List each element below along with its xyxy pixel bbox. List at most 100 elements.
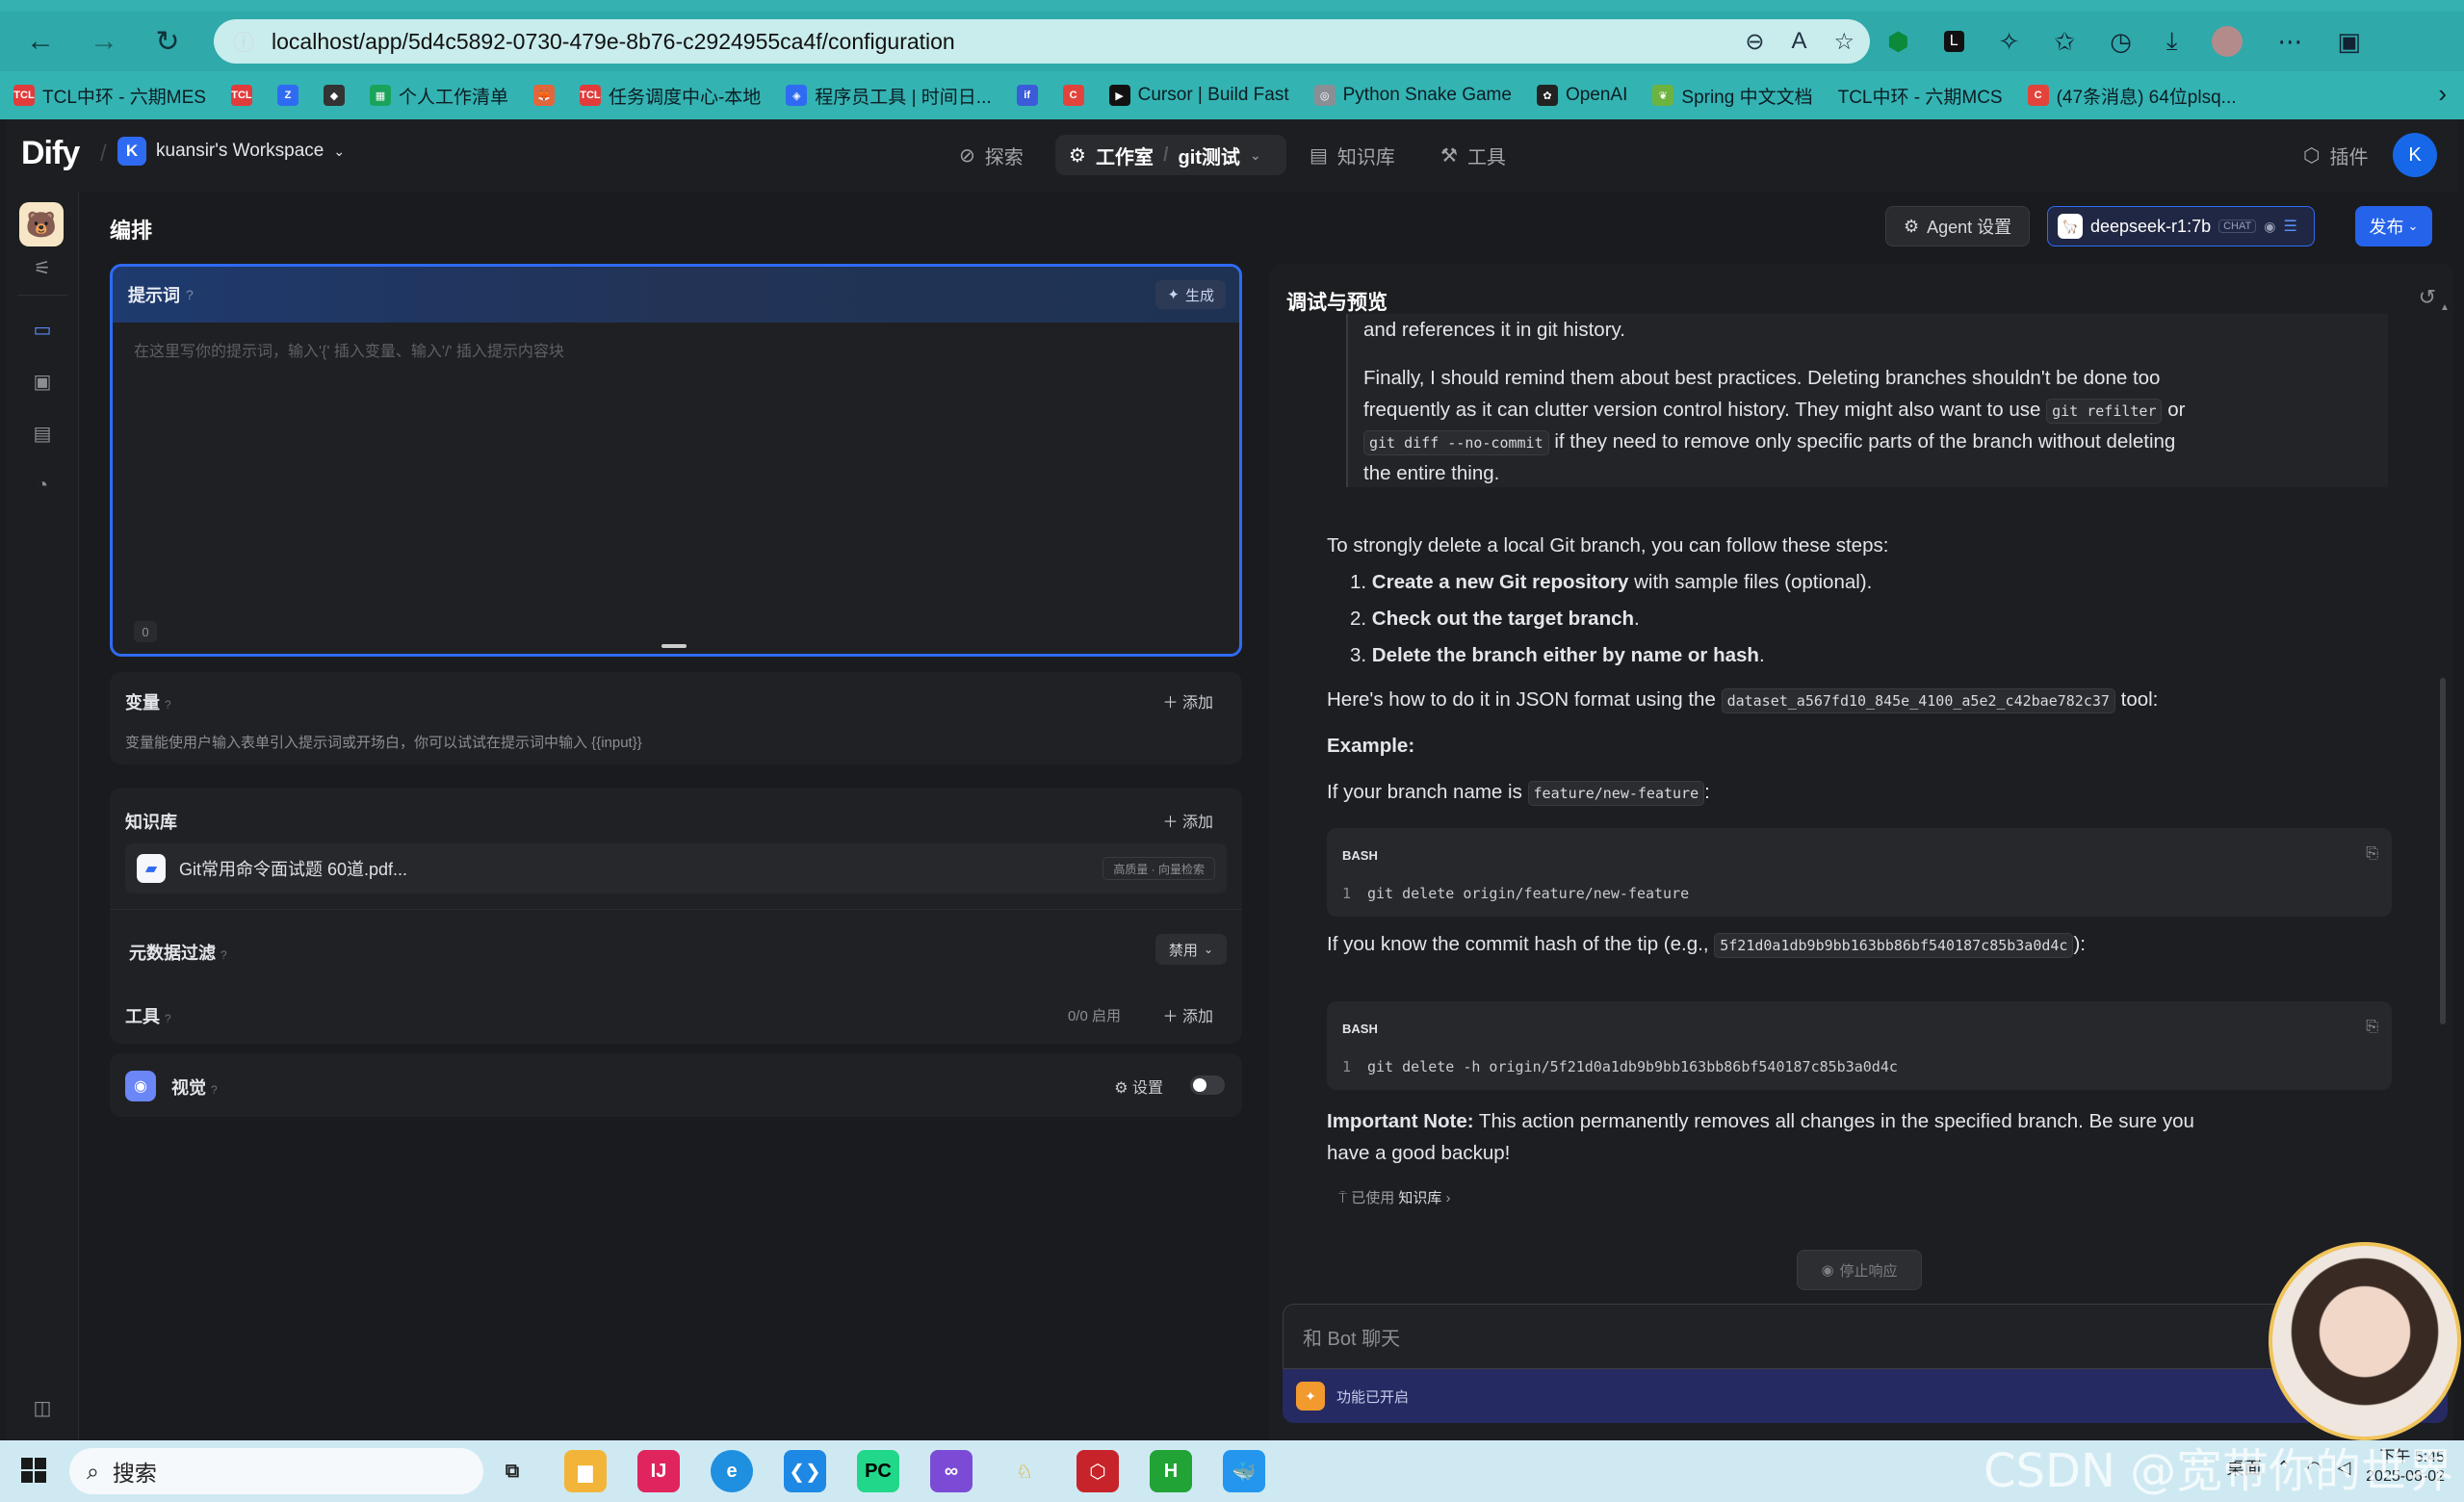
dify-logo[interactable]: Dify bbox=[21, 135, 80, 172]
bookmark-label: 任务调度中心-本地 bbox=[608, 87, 762, 108]
scrollbar[interactable]: ▲ bbox=[2440, 302, 2450, 1034]
bookmark-item[interactable]: TCL bbox=[230, 85, 252, 106]
extension-l-icon[interactable]: L bbox=[1943, 31, 1964, 52]
current-app-name[interactable]: git测试 bbox=[1179, 142, 1240, 169]
nav-tools-label: 工具 bbox=[1466, 146, 1506, 168]
read-aloud-icon[interactable]: A bbox=[1791, 28, 1806, 56]
redis-icon[interactable]: ⬡ bbox=[1076, 1450, 1119, 1492]
extension-green-icon[interactable]: ⬢ bbox=[1887, 27, 1909, 57]
hbuilder-icon[interactable]: H bbox=[1150, 1450, 1192, 1492]
task-view-icon[interactable]: ⧉ bbox=[491, 1450, 533, 1492]
app-icon[interactable]: 🐻 bbox=[19, 202, 64, 246]
api-terminal-icon[interactable]: ▣ bbox=[31, 370, 54, 393]
pycharm-icon[interactable]: PC bbox=[857, 1450, 899, 1492]
bookmark-item[interactable]: C bbox=[1062, 85, 1084, 106]
forward-icon[interactable]: → bbox=[77, 14, 131, 68]
bookmarks-more-icon[interactable]: › bbox=[2438, 79, 2447, 109]
stop-response-button[interactable]: ◉ 停止响应 bbox=[1797, 1250, 1922, 1290]
bookmark-item[interactable]: Z bbox=[276, 85, 298, 106]
vision-settings-button[interactable]: ⚙ 设置 bbox=[1114, 1075, 1163, 1098]
generate-button[interactable]: ✦ 生成 bbox=[1155, 280, 1226, 309]
prompt-input[interactable]: 在这里写你的提示词，输入'{' 插入变量、输入'/' 插入提示内容块 bbox=[134, 338, 564, 361]
generate-label: 生成 bbox=[1184, 287, 1214, 304]
bookmark-item[interactable]: TCL 任务调度中心-本地 bbox=[579, 83, 762, 109]
windows-start-icon[interactable] bbox=[21, 1458, 46, 1483]
help-icon: ? bbox=[165, 698, 171, 712]
info-icon[interactable]: ⓘ bbox=[233, 26, 254, 57]
vscode-icon[interactable]: ❮❯ bbox=[784, 1450, 826, 1492]
bookmark-favicon-icon: C bbox=[2027, 85, 2049, 106]
model-name: deepseek-r1:7b bbox=[2090, 216, 2212, 236]
bookmark-item[interactable]: ❦ Spring 中文文档 bbox=[1652, 83, 1813, 109]
sliders-icon[interactable]: ⚟ bbox=[31, 256, 54, 279]
nav-plugins[interactable]: ⬡ 插件 bbox=[2303, 135, 2368, 175]
bookmark-item[interactable]: ◎ Python Snake Game bbox=[1313, 85, 1512, 106]
features-bar[interactable]: ✦ 功能已开启 bbox=[1283, 1369, 2448, 1423]
favorite-star-icon[interactable]: ☆ bbox=[1833, 28, 1854, 56]
agent-settings-button[interactable]: ⚙ Agent 设置 bbox=[1885, 206, 2031, 246]
branch-line: If your branch name is feature/new-featu… bbox=[1327, 776, 1710, 808]
nav-tools[interactable]: ⚒ 工具 bbox=[1440, 135, 1506, 175]
profile-icon[interactable] bbox=[2212, 26, 2244, 57]
chevron-down-icon: ⌄ bbox=[1249, 146, 1261, 163]
model-selector[interactable]: 🦙 deepseek-r1:7b CHAT ◉ ☰ bbox=[2047, 206, 2315, 246]
bookmark-item[interactable]: ◆ bbox=[323, 85, 345, 106]
add-variable-button[interactable]: ＋ 添加 bbox=[1163, 689, 1213, 712]
step-3: 3. Delete the branch either by name or h… bbox=[1350, 644, 1765, 666]
knowledge-file[interactable]: ▰ Git常用命令面试题 60道.pdf... 高质量 · 向量检索 bbox=[125, 843, 1227, 893]
back-icon[interactable]: ← bbox=[13, 14, 67, 68]
book-icon: ▤ bbox=[1310, 144, 1328, 167]
search-icon: ⌕ bbox=[87, 1458, 99, 1484]
navicat-icon[interactable]: ♘ bbox=[1003, 1450, 1046, 1492]
bookmark-item[interactable]: ▦ 个人工作清单 bbox=[369, 83, 508, 109]
restart-icon[interactable]: ↺ bbox=[2419, 285, 2436, 310]
nav-explore[interactable]: ⊘ 探索 bbox=[959, 135, 1024, 175]
favorites-icon[interactable]: ✩ bbox=[2054, 27, 2075, 57]
knowledge-title: 知识库 bbox=[125, 813, 177, 832]
logs-icon[interactable]: ▤ bbox=[31, 422, 54, 445]
intellij-icon[interactable]: IJ bbox=[637, 1450, 680, 1492]
visual-studio-icon[interactable]: ∞ bbox=[930, 1450, 973, 1492]
taskbar-search[interactable]: ⌕ 搜索 bbox=[69, 1448, 483, 1494]
model-params-icon[interactable]: ☰ bbox=[2283, 217, 2296, 236]
bookmark-favicon-icon: Z bbox=[276, 85, 298, 106]
user-avatar[interactable]: K bbox=[2393, 133, 2437, 177]
add-tool-button[interactable]: ＋ 添加 bbox=[1163, 1003, 1213, 1026]
bookmark-item[interactable]: ▶ Cursor | Build Fast bbox=[1108, 85, 1289, 106]
collapse-sidebar-icon[interactable]: ◫ bbox=[31, 1396, 54, 1419]
add-knowledge-button[interactable]: ＋ 添加 bbox=[1163, 809, 1213, 832]
file-explorer-icon[interactable]: ▆ bbox=[564, 1450, 607, 1492]
bookmark-item[interactable]: TCL中环 - 六期MCS bbox=[1838, 83, 2003, 109]
orchestrate-icon[interactable]: ▭ bbox=[31, 318, 54, 341]
knowledge-file-name: Git常用命令面试题 60道.pdf... bbox=[179, 860, 408, 879]
copy-icon[interactable]: ⎘ bbox=[2366, 838, 2378, 869]
edge-icon[interactable]: e bbox=[711, 1450, 753, 1492]
reload-icon[interactable]: ↻ bbox=[141, 14, 195, 68]
sparkle-icon: ✦ bbox=[1167, 287, 1180, 303]
nav-knowledge[interactable]: ▤ 知识库 bbox=[1310, 135, 1395, 175]
bookmark-item[interactable]: TCL TCL中环 - 六期MES bbox=[13, 83, 206, 109]
bookmark-item[interactable]: 🦊 bbox=[532, 85, 555, 106]
bookmark-item[interactable]: ✿ OpenAI bbox=[1536, 85, 1627, 106]
bookmark-item[interactable]: ◈ 程序员工具 | 时间日... bbox=[786, 83, 992, 109]
extensions-icon[interactable]: ✧ bbox=[1999, 27, 2020, 57]
vision-toggle[interactable] bbox=[1190, 1075, 1225, 1095]
workspace-switcher[interactable]: K kuansir's Workspace ⌄ bbox=[117, 137, 345, 166]
download-icon[interactable]: ⤓ bbox=[2166, 26, 2178, 57]
help-icon[interactable]: ? bbox=[186, 287, 194, 302]
more-icon[interactable]: ⋯ bbox=[2277, 27, 2302, 57]
bookmark-item[interactable]: C (47条消息) 64位plsq... bbox=[2027, 83, 2237, 109]
csdn-watermark: CSDN @宽带你的世界 bbox=[1984, 1444, 2454, 1498]
docker-icon[interactable]: 🐳 bbox=[1223, 1450, 1265, 1492]
monitor-gauge-icon[interactable]: ◔ bbox=[31, 474, 54, 497]
publish-button[interactable]: 发布 ⌄ bbox=[2355, 206, 2432, 246]
sidebar-toggle-icon[interactable]: ▣ bbox=[2337, 27, 2361, 57]
metadata-filter-select[interactable]: 禁用 ⌄ bbox=[1154, 934, 1227, 965]
tab-strip bbox=[0, 0, 2464, 12]
history-icon[interactable]: ◷ bbox=[2110, 27, 2132, 57]
url-field[interactable]: ⓘ localhost/app/5d4c5892-0730-479e-8b76-… bbox=[214, 19, 1870, 64]
bookmark-item[interactable]: if bbox=[1016, 85, 1038, 106]
nav-studio[interactable]: ⚙ 工作室 / git测试 ⌄ bbox=[1055, 135, 1286, 175]
zoom-icon[interactable]: ⊖ bbox=[1745, 28, 1764, 56]
resize-handle[interactable] bbox=[661, 644, 687, 648]
